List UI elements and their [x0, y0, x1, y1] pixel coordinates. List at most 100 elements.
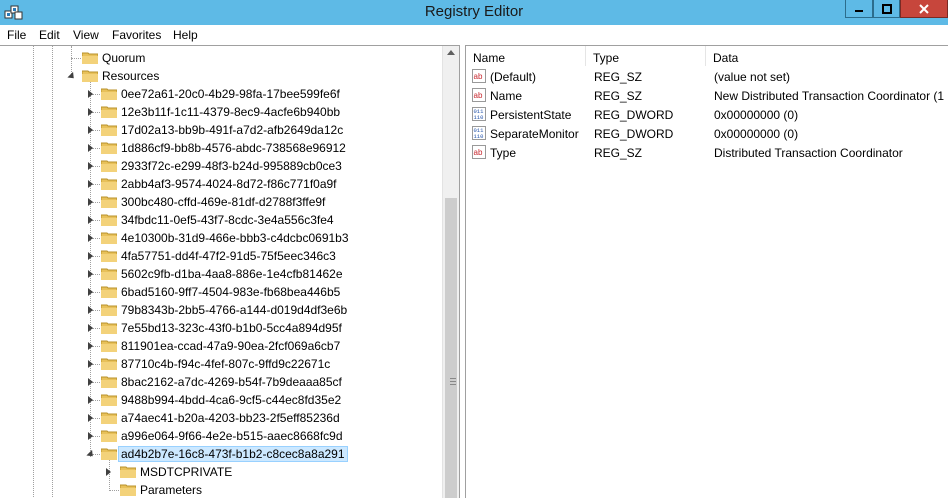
tree-item-resource-key[interactable]: 79b8343b-2bb5-4766-a144-d019d4df3e6b: [0, 301, 440, 319]
value-name: Name: [490, 89, 523, 103]
folder-icon: [101, 142, 117, 154]
folder-icon: [101, 412, 117, 424]
tree-item-resource-key[interactable]: 7e55bd13-323c-43f0-b1b0-5cc4a894d95f: [0, 319, 440, 337]
registry-value-row[interactable]: ab Type REG_SZ Distributed Transaction Coor…: [466, 143, 948, 162]
tree-item-resource-key[interactable]: 0ee72a61-20c0-4b29-98fa-17bee599fe6f: [0, 85, 440, 103]
folder-icon: [101, 322, 117, 334]
value-name: (Default): [490, 70, 537, 84]
tree-item-resource-key[interactable]: 4e10300b-31d9-466e-bbb3-c4dcbc0691b3: [0, 229, 440, 247]
close-icon: [919, 3, 929, 14]
column-header-data[interactable]: Data: [706, 46, 948, 66]
expand-arrow-icon[interactable]: [88, 252, 93, 260]
expand-arrow-icon[interactable]: [88, 342, 93, 350]
expand-arrow-icon[interactable]: [88, 306, 93, 314]
tree-label: 7e55bd13-323c-43f0-b1b0-5cc4a894d95f: [121, 321, 342, 335]
tree-item-parameters[interactable]: Parameters: [0, 481, 440, 498]
tree-item-resource-key[interactable]: 9488b994-4bdd-4ca6-9cf5-c44ec8fd35e2: [0, 391, 440, 409]
folder-icon: [101, 340, 117, 352]
folder-icon: [82, 52, 98, 64]
value-type: REG_DWORD: [594, 127, 674, 141]
tree-item-msdtcprivate[interactable]: MSDTCPRIVATE: [0, 463, 440, 481]
registry-value-row[interactable]: 011 110 PersistentState REG_DWORD 0x00000000…: [466, 105, 948, 124]
svg-text:ab: ab: [474, 91, 483, 100]
registry-value-row[interactable]: ab Name REG_SZ New Distributed Transaction …: [466, 86, 948, 105]
scrollbar-thumb[interactable]: [445, 198, 457, 498]
grip-line: [450, 378, 456, 379]
maximize-button[interactable]: [873, 0, 900, 18]
close-button[interactable]: [900, 0, 948, 18]
tree-item-resource-key[interactable]: 12e3b11f-1c11-4379-8ec9-4acfe6b940bb: [0, 103, 440, 121]
minimize-icon: [855, 9, 863, 12]
expand-arrow-icon[interactable]: [88, 234, 93, 242]
string-value-icon: ab: [472, 145, 486, 159]
folder-icon: [101, 286, 117, 298]
tree-item-resource-key[interactable]: a996e064-9f66-4e2e-b515-aaec8668fc9d: [0, 427, 440, 445]
menu-file[interactable]: File: [7, 28, 26, 42]
column-header-type[interactable]: Type: [586, 46, 706, 66]
expand-arrow-icon[interactable]: [106, 468, 111, 476]
expand-arrow-icon[interactable]: [88, 216, 93, 224]
registry-tree-pane[interactable]: Quorum Resources 0ee72a61-20c0-4b29-98fa…: [0, 45, 460, 498]
tree-label: 4fa57751-dd4f-47f2-91d5-75f5eec346c3: [121, 249, 336, 263]
expand-arrow-icon[interactable]: [88, 90, 93, 98]
collapse-arrow-icon[interactable]: [67, 71, 77, 82]
expand-arrow-icon[interactable]: [88, 288, 93, 296]
tree-item-resource-key[interactable]: 811901ea-ccad-47a9-90ea-2fcf069a6cb7: [0, 337, 440, 355]
value-name: Type: [490, 146, 517, 160]
tree-item-resource-key[interactable]: 300bc480-cffd-469e-81df-d2788f3ffe9f: [0, 193, 440, 211]
expand-arrow-icon[interactable]: [88, 126, 93, 134]
tree-label: 79b8343b-2bb5-4766-a144-d019d4df3e6b: [121, 303, 348, 317]
value-type: REG_SZ: [594, 146, 643, 160]
tree-item-resource-key[interactable]: 34fbdc11-0ef5-43f7-8cdc-3e4a556c3fe4: [0, 211, 440, 229]
collapse-arrow-icon[interactable]: [86, 449, 96, 460]
tree-item-resource-key[interactable]: 4fa57751-dd4f-47f2-91d5-75f5eec346c3: [0, 247, 440, 265]
tree-label: Resources: [102, 69, 160, 83]
tree-item-resource-key[interactable]: 6bad5160-9ff7-4504-983e-fb68bea446b5: [0, 283, 440, 301]
expand-arrow-icon[interactable]: [88, 396, 93, 404]
registry-value-row[interactable]: 011 110 SeparateMonitor REG_DWORD 0x00000000…: [466, 124, 948, 143]
tree-item-resource-key[interactable]: 2abb4af3-9574-4024-8d72-f86c771f0a9f: [0, 175, 440, 193]
expand-arrow-icon[interactable]: [88, 108, 93, 116]
menu-help[interactable]: Help: [173, 28, 198, 42]
selected-key-label: ad4b2b7e-16c8-473f-b1b2-c8cec8a8a291: [118, 446, 348, 462]
tree-label: 9488b994-4bdd-4ca6-9cf5-c44ec8fd35e2: [121, 393, 342, 407]
expand-arrow-icon[interactable]: [88, 360, 93, 368]
tree-item-resource-key[interactable]: 1d886cf9-bb8b-4576-abdc-738568e96912: [0, 139, 440, 157]
tree-item-resource-key[interactable]: 5602c9fb-d1ba-4aa8-886e-1e4cfb81462e: [0, 265, 440, 283]
tree-item-resource-key[interactable]: 8bac2162-a7dc-4269-b54f-7b9deaaa85cf: [0, 373, 440, 391]
tree-item-resource-key[interactable]: 2933f72c-e299-48f3-b24d-995889cb0ce3: [0, 157, 440, 175]
value-data: New Distributed Transaction Coordinator …: [714, 89, 945, 103]
tree-item-resource-key[interactable]: 87710c4b-f94c-4fef-807c-9ffd9c22671c: [0, 355, 440, 373]
tree-item-resource-key[interactable]: 17d02a13-bb9b-491f-a7d2-afb2649da12c: [0, 121, 440, 139]
registry-value-row[interactable]: ab (Default) REG_SZ (value not set): [466, 67, 948, 86]
folder-icon: [101, 304, 117, 316]
expand-arrow-icon[interactable]: [88, 270, 93, 278]
string-value-icon: ab: [472, 88, 486, 102]
expand-arrow-icon[interactable]: [88, 414, 93, 422]
folder-icon: [101, 250, 117, 262]
scroll-up-arrow-icon[interactable]: [447, 50, 455, 55]
expand-arrow-icon[interactable]: [88, 162, 93, 170]
menu-edit[interactable]: Edit: [39, 28, 60, 42]
expand-arrow-icon[interactable]: [88, 378, 93, 386]
svg-text:110: 110: [474, 114, 484, 121]
tree-item-resources[interactable]: Resources: [0, 67, 440, 85]
menu-favorites[interactable]: Favorites: [112, 28, 161, 42]
svg-text:ab: ab: [474, 148, 483, 157]
value-data: 0x00000000 (0): [714, 127, 799, 141]
registry-values-pane[interactable]: Name Type Data ab (Default) REG_SZ (value n…: [465, 45, 948, 498]
menu-view[interactable]: View: [73, 28, 99, 42]
minimize-button[interactable]: [845, 0, 873, 18]
expand-arrow-icon[interactable]: [88, 324, 93, 332]
tree-vertical-scrollbar[interactable]: [442, 46, 459, 498]
expand-arrow-icon[interactable]: [88, 144, 93, 152]
tree-item-quorum[interactable]: Quorum: [0, 49, 440, 67]
column-header-name[interactable]: Name: [466, 46, 586, 66]
expand-arrow-icon[interactable]: [88, 180, 93, 188]
expand-arrow-icon[interactable]: [88, 432, 93, 440]
tree-item-selected[interactable]: ad4b2b7e-16c8-473f-b1b2-c8cec8a8a291: [0, 445, 440, 463]
expand-arrow-icon[interactable]: [88, 198, 93, 206]
tree-item-resource-key[interactable]: a74aec41-b20a-4203-bb23-2f5eff85236d: [0, 409, 440, 427]
folder-icon: [120, 466, 136, 478]
tree-label: a996e064-9f66-4e2e-b515-aaec8668fc9d: [121, 429, 343, 443]
